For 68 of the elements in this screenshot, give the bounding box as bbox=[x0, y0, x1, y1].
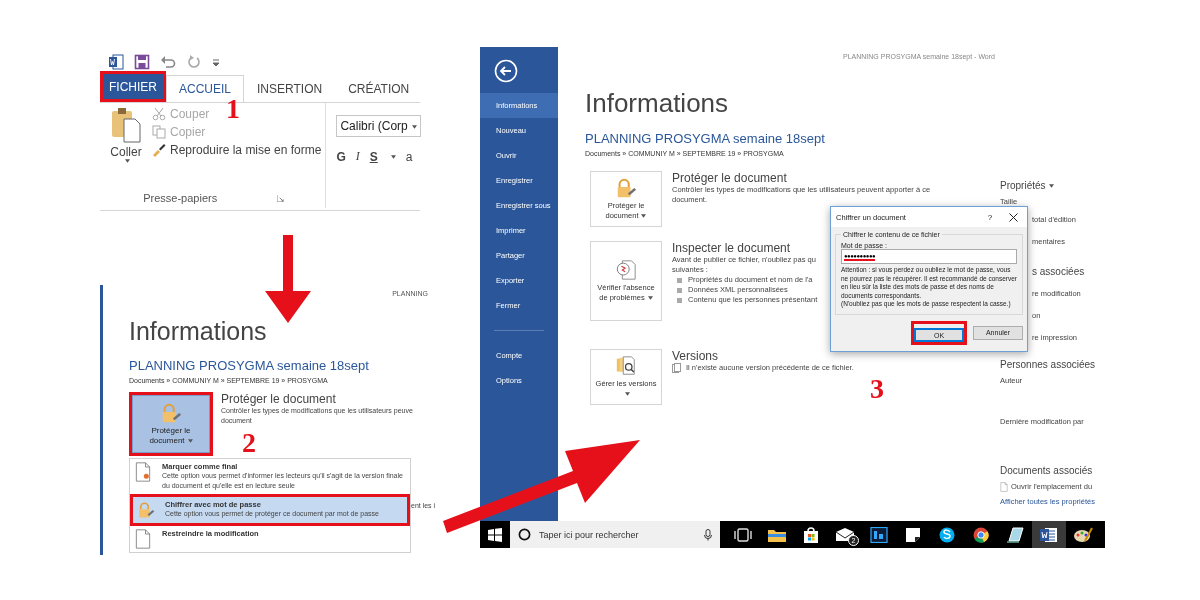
format-button[interactable]: S bbox=[369, 149, 378, 164]
clipboard-button[interactable]: Reproduire la mise en forme bbox=[152, 143, 322, 157]
versions-icon bbox=[615, 355, 637, 377]
document-title: PLANNING PROSYGMA semaine 18sept bbox=[585, 131, 826, 146]
format-button[interactable]: a bbox=[405, 149, 413, 164]
sticky-note-icon[interactable] bbox=[903, 526, 923, 543]
dialog-launcher-icon[interactable] bbox=[277, 194, 285, 202]
section-title: Protéger le document bbox=[672, 171, 788, 185]
group-label: Presse-papiers bbox=[143, 192, 218, 204]
page-heading: Informations bbox=[585, 88, 730, 119]
word-document-icon[interactable] bbox=[1039, 526, 1059, 543]
section-heading: s associées bbox=[1032, 265, 1086, 279]
lock-key-icon bbox=[615, 177, 637, 199]
microphone-icon[interactable] bbox=[704, 528, 712, 541]
copy-icon bbox=[152, 125, 166, 139]
bullet-icon bbox=[677, 277, 682, 283]
format-button[interactable]: G bbox=[336, 149, 346, 164]
undo-icon[interactable] bbox=[160, 54, 176, 70]
chat-bubble-icon[interactable] bbox=[937, 526, 957, 543]
caret-icon bbox=[625, 392, 630, 396]
document-icon bbox=[1000, 481, 1008, 492]
inspect-document-icon bbox=[615, 259, 637, 281]
close-icon[interactable] bbox=[1009, 212, 1018, 222]
paint-palette-icon[interactable] bbox=[1073, 526, 1093, 543]
search-field[interactable]: Taper ici pour rechercher bbox=[510, 521, 720, 548]
paintbrush-icon bbox=[152, 143, 166, 157]
section-title: Versions bbox=[672, 349, 720, 363]
lock-key-icon bbox=[137, 500, 155, 520]
caret-icon bbox=[641, 214, 647, 218]
caret-icon bbox=[1048, 184, 1054, 189]
bullet-icon bbox=[677, 297, 682, 303]
bullet-icon bbox=[677, 287, 682, 293]
versions-small-icon bbox=[672, 363, 681, 373]
shopping-bag-icon[interactable] bbox=[801, 526, 821, 543]
taskbar-app[interactable] bbox=[1032, 521, 1066, 548]
photo-editor-icon[interactable] bbox=[869, 526, 889, 543]
section-heading: Documents associés bbox=[1000, 464, 1094, 478]
caret-icon bbox=[412, 124, 418, 129]
caret-icon bbox=[390, 154, 396, 159]
page-heading: Informations bbox=[129, 317, 268, 346]
format-button[interactable]: I bbox=[355, 149, 360, 164]
search-circle-icon bbox=[518, 528, 531, 541]
step-number: 2 bbox=[242, 430, 256, 456]
browser-icon[interactable] bbox=[971, 526, 991, 543]
help-button[interactable]: ? bbox=[979, 212, 1001, 222]
step-number: 3 bbox=[870, 376, 884, 402]
ribbon-tab[interactable]: FICHIER bbox=[103, 74, 163, 99]
task-view-icon[interactable] bbox=[733, 526, 753, 543]
paste-button[interactable]: Coller bbox=[106, 107, 146, 163]
section-title: Inspecter le document bbox=[672, 241, 792, 255]
caret-icon bbox=[125, 159, 130, 163]
caret-icon bbox=[647, 296, 653, 300]
document-title: PLANNING PROSYGMA semaine 18sept bbox=[129, 358, 370, 373]
protect-document-button[interactable]: Protéger le document bbox=[132, 395, 210, 453]
document-icon bbox=[134, 529, 152, 549]
scissors-icon bbox=[152, 107, 166, 121]
section-heading: Personnes associées bbox=[1000, 358, 1097, 372]
envelope-icon[interactable] bbox=[835, 526, 855, 543]
lock-key-icon bbox=[160, 402, 182, 424]
caret-icon bbox=[187, 438, 193, 443]
font-name-field[interactable]: Calibri (Corp bbox=[336, 115, 422, 137]
word-app-icon[interactable] bbox=[108, 54, 124, 70]
save-icon[interactable] bbox=[134, 54, 150, 70]
windows-logo-icon[interactable] bbox=[488, 527, 502, 542]
properties-heading[interactable]: Propriétés bbox=[1000, 178, 1108, 194]
notebook-icon[interactable] bbox=[1005, 526, 1025, 543]
section-title: Protéger le document bbox=[221, 392, 337, 406]
certificate-document-icon bbox=[134, 462, 152, 482]
